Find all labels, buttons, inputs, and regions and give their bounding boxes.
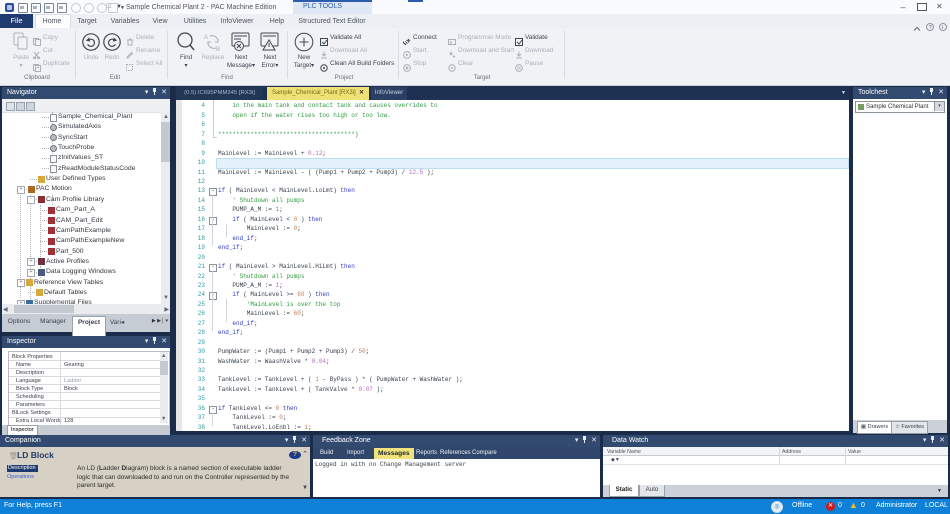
svg-text:A: A xyxy=(204,35,208,41)
svg-text:B: B xyxy=(216,47,220,53)
svg-text:i: i xyxy=(942,25,943,31)
svg-text:?: ? xyxy=(929,25,932,31)
